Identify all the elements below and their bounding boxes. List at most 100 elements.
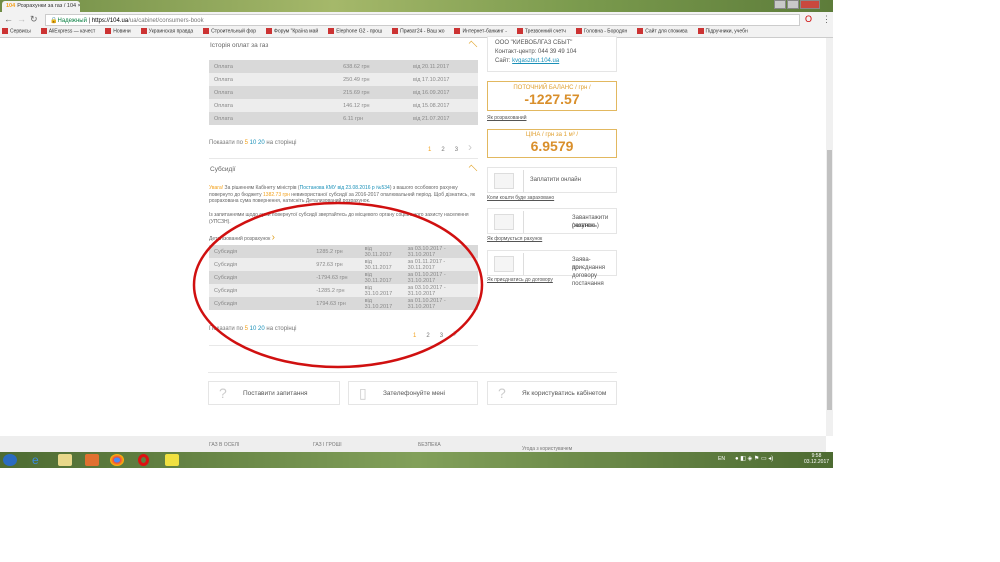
table-cell: Оплата xyxy=(214,63,233,70)
scrollbar-thumb[interactable] xyxy=(827,150,832,410)
how-to-use-button[interactable]: ? Як користуватись кабінетом xyxy=(487,381,617,405)
bookmark-item[interactable]: Интернет-банкинг - xyxy=(452,28,507,35)
bookmark-item[interactable]: Строительный фор xyxy=(201,28,256,34)
resolution-link[interactable]: Постанова КМУ від 23.08.2016 р №534 xyxy=(300,185,390,191)
opera-icon[interactable] xyxy=(138,454,149,466)
divider xyxy=(209,158,478,159)
url-input[interactable]: 🔒Надежный | https://104.ua/ua/cabinet/co… xyxy=(45,14,800,26)
call-me-button[interactable]: ▯ Зателефонуйте мені xyxy=(348,381,478,405)
table-cell: Оплата xyxy=(214,76,233,83)
site-link[interactable]: kvgaszbut.104.ua xyxy=(512,58,559,64)
page-size-10[interactable]: 10 xyxy=(250,140,257,146)
table-row: Оплата 638.62 грн від 20.11.2017 xyxy=(209,60,478,73)
tab-title: Розрахунки за газ / 104 xyxy=(17,3,77,9)
clock-date: 03.12.2017 xyxy=(804,459,830,465)
bookmark-favicon-icon xyxy=(392,28,399,34)
footer-link[interactable]: ГАЗ В ОСЕЛІ xyxy=(209,442,239,448)
collapse-chevron-icon[interactable] xyxy=(468,164,478,174)
browser-window: 104 Розрахунки за газ / 104 × ← → ↻ 🔒Наде… xyxy=(0,0,833,468)
collapse-chevron-icon[interactable] xyxy=(468,40,478,50)
bookmark-label: Украинская правда xyxy=(148,28,194,35)
bookmark-favicon-icon xyxy=(637,28,644,34)
bookmark-item[interactable]: Головна - Бородян xyxy=(574,28,627,34)
bookmark-item[interactable]: Приват24 - Ваш жо xyxy=(390,28,444,34)
url-path: /ua/cabinet/consumers-book xyxy=(128,18,204,24)
bookmark-item[interactable]: Elephone G2 - прош xyxy=(326,28,382,34)
tray-icons[interactable]: ● ◧ ◈ ⚑ ▭ ◂) xyxy=(735,455,773,462)
bookmark-label: Форум "Країна май xyxy=(274,28,319,35)
download-bill-month: (жовтень) xyxy=(572,223,599,229)
page-size-20[interactable]: 20 xyxy=(258,140,265,146)
table-cell: від 17.10.2017 xyxy=(413,76,450,83)
ie-icon[interactable]: e xyxy=(32,453,46,467)
page-2[interactable]: 2 xyxy=(441,147,444,153)
table-cell: від 15.08.2017 xyxy=(413,102,450,109)
start-button[interactable] xyxy=(3,454,17,466)
bookmark-item[interactable]: AliExpress — качест xyxy=(39,28,95,34)
supplier-card: ООО "КИЕВОБЛГАЗ СБЫТ" Контакт-центр: 044… xyxy=(487,36,617,72)
bookmark-favicon-icon xyxy=(40,28,47,34)
bill-explain-link[interactable]: Як формується рахунок xyxy=(487,236,542,242)
red-ellipse-annotation xyxy=(192,201,484,369)
app-icon[interactable] xyxy=(165,454,179,466)
menu-icon[interactable]: ⋮ xyxy=(822,14,831,25)
contract-button[interactable]: Заява-приєднання до договору постачання xyxy=(487,250,617,287)
separator xyxy=(518,170,524,192)
bookmark-item[interactable]: Новини xyxy=(103,28,131,34)
pay-online-label: Заплатити онлайн xyxy=(530,177,581,183)
ask-question-label: Поставити запитання xyxy=(243,390,308,397)
page-size-5[interactable]: 5 xyxy=(245,140,248,146)
question-icon: ? xyxy=(219,385,227,401)
next-page-icon[interactable]: › xyxy=(468,140,472,154)
explorer-icon[interactable] xyxy=(58,454,72,466)
chrome-icon[interactable] xyxy=(110,454,124,466)
payment-timing-link[interactable]: Коли кошти буде зараховано xyxy=(487,195,554,201)
page-1[interactable]: 1 xyxy=(428,147,431,153)
download-bill-button[interactable]: Завантажити рахунок (жовтень) xyxy=(487,208,617,234)
minimize-button[interactable] xyxy=(774,0,786,9)
browser-tab[interactable]: 104 Розрахунки за газ / 104 × xyxy=(2,1,80,12)
bookmark-item[interactable]: Підручники, учебн xyxy=(696,28,748,34)
bookmark-label: Головна - Бородян xyxy=(583,28,628,35)
bookmark-item[interactable]: Сайт для спожива xyxy=(635,28,688,34)
balance-box: ПОТОЧНИЙ БАЛАНС / грн / -1227.57 xyxy=(487,81,617,111)
language-indicator[interactable]: EN xyxy=(718,456,725,462)
bookmark-item[interactable]: Сервисы xyxy=(0,28,31,34)
reload-icon[interactable]: ↻ xyxy=(30,14,38,25)
contract-explain-link[interactable]: Як приєднатись до договору xyxy=(487,277,553,283)
call-me-label: Зателефонуйте мені xyxy=(383,390,445,397)
bookmark-label: Сервисы xyxy=(10,28,31,35)
how-to-use-label: Як користуватись кабінетом xyxy=(522,390,607,397)
scrollbar[interactable] xyxy=(826,38,833,436)
clipboard-icon xyxy=(494,256,514,272)
bookmark-item[interactable]: Трезвонний счетч xyxy=(515,28,566,34)
opera-extension-icon[interactable]: O xyxy=(805,14,812,24)
bookmark-favicon-icon xyxy=(2,28,8,34)
address-bar-row: ← → ↻ 🔒Надежный | https://104.ua/ua/cabi… xyxy=(0,12,833,28)
page-3[interactable]: 3 xyxy=(455,147,458,153)
maximize-button[interactable] xyxy=(787,0,799,9)
table-cell: від 20.11.2017 xyxy=(413,63,450,70)
contact-center: Контакт-центр: 044 39 49 104 xyxy=(495,49,577,55)
ask-question-button[interactable]: ? Поставити запитання xyxy=(208,381,340,405)
bookmark-label: Интернет-банкинг - xyxy=(462,28,507,35)
bookmark-item[interactable]: Украинская правда xyxy=(139,28,194,35)
price-box: ЦІНА / грн за 1 м³ / 6.9579 xyxy=(487,129,617,158)
table-cell: від 21.07.2017 xyxy=(413,115,450,122)
bookmark-item[interactable]: Форум "Країна май xyxy=(264,28,318,34)
forward-icon[interactable]: → xyxy=(17,14,26,24)
footer-link[interactable]: ГАЗ І ГРОШІ xyxy=(313,442,342,448)
back-icon[interactable]: ← xyxy=(4,14,13,24)
table-cell: Оплата xyxy=(214,115,233,122)
url-host: https://104.ua xyxy=(91,18,129,24)
clock[interactable]: 9:58 03.12.2017 xyxy=(804,453,829,465)
media-player-icon[interactable] xyxy=(85,454,99,466)
balance-explain-link[interactable]: Як розрахований xyxy=(487,115,527,121)
close-window-button[interactable] xyxy=(800,0,820,9)
table-cell: Оплата xyxy=(214,102,233,109)
footer-link[interactable]: БЕЗПЕКА xyxy=(418,442,441,448)
tab-favicon: 104 xyxy=(6,3,16,9)
notice-text: За рішенням Кабінету міністрів ( xyxy=(223,185,300,191)
table-cell: 638.62 грн xyxy=(343,63,370,70)
pay-online-button[interactable]: Заплатити онлайн xyxy=(487,167,617,193)
